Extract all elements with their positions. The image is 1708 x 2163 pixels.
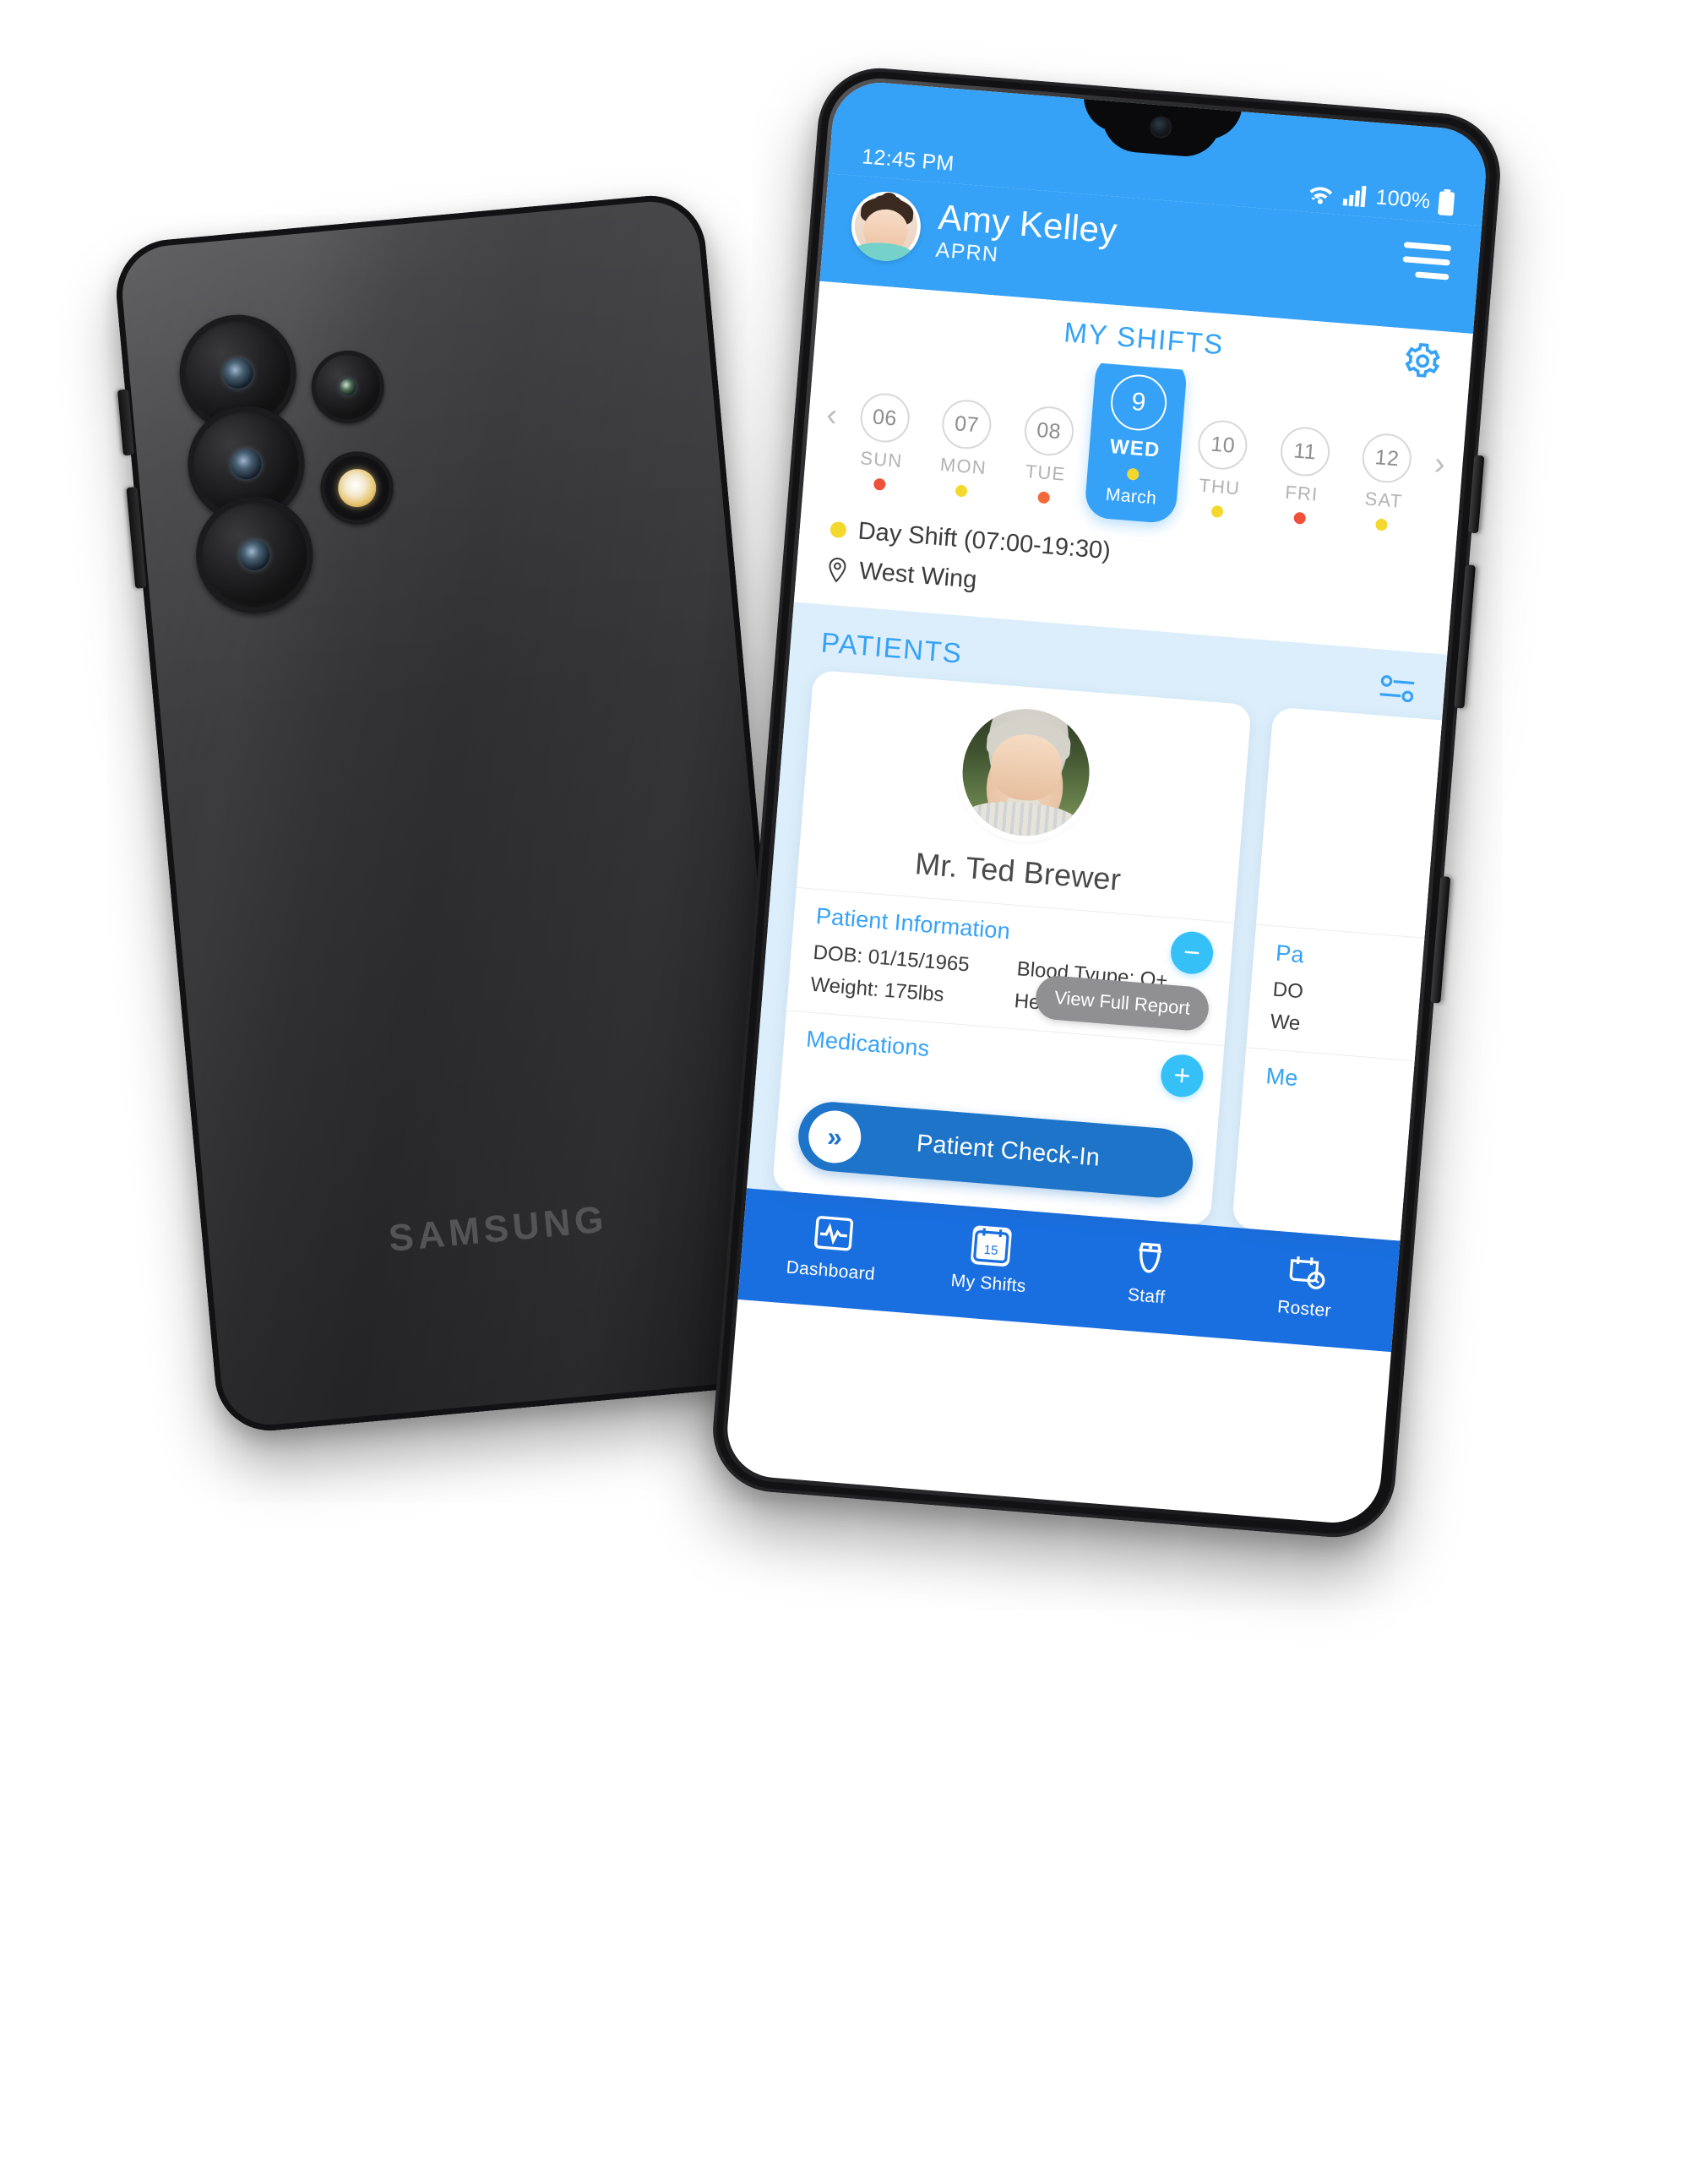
camera-flash-icon <box>317 448 397 528</box>
phone-screen: 12:45 PM 100% Amy Kelley APRN MY SHIFTS … <box>723 79 1490 1527</box>
wifi-icon <box>1309 187 1333 204</box>
patient-cards-row[interactable]: Mr. Ted Brewer Patient Information DOB: … <box>747 667 1490 1249</box>
mockup-stage: SAMSUNG 12:45 PM 100% Amy Kelley APRN MY… <box>0 0 1708 2163</box>
nav-item-my-shifts[interactable]: 15 My Shifts <box>911 1221 1069 1300</box>
camera-lens-depth-icon <box>308 347 388 427</box>
day-status-dot <box>1375 518 1389 531</box>
day-weekday: WED <box>1108 435 1161 462</box>
user-identity: Amy Kelley APRN <box>935 197 1388 299</box>
patient-card-next[interactable]: Pa DO We Me <box>1232 706 1490 1249</box>
filter-sliders-icon[interactable] <box>1378 672 1417 705</box>
svg-text:15: 15 <box>983 1243 998 1258</box>
patient-name-next <box>1257 874 1489 930</box>
patient-checkin-button[interactable]: » Patient Check-In <box>796 1099 1196 1201</box>
day-number: 11 <box>1278 425 1332 478</box>
hamburger-line-3 <box>1415 270 1450 280</box>
patient-checkin-label: Patient Check-In <box>915 1129 1101 1172</box>
vitals-monitor-icon <box>813 1212 855 1255</box>
hamburger-menu-icon[interactable] <box>1400 241 1452 298</box>
nav-label-my-shifts: My Shifts <box>949 1271 1027 1297</box>
patients-title: PATIENTS <box>819 626 964 669</box>
patient-card[interactable]: Mr. Ted Brewer Patient Information DOB: … <box>771 669 1252 1226</box>
day-status-dot <box>1293 511 1307 525</box>
calendar-clock-icon <box>1286 1250 1329 1293</box>
nav-item-staff[interactable]: Staff <box>1069 1234 1227 1313</box>
shift-location-label: West Wing <box>857 557 978 594</box>
day-number: 9 <box>1108 372 1169 433</box>
patient-weight: Weight: 175lbs <box>809 973 945 1007</box>
battery-percent-label: 100% <box>1374 184 1432 213</box>
patient-information-block-next: Pa DO We <box>1246 923 1490 1069</box>
day-status-dot <box>1210 504 1224 518</box>
day-weekday: SAT <box>1363 488 1404 512</box>
day-weekday: MON <box>939 453 987 479</box>
phone-front-view: 12:45 PM 100% Amy Kelley APRN MY SHIFTS … <box>708 63 1505 1542</box>
nav-item-roster[interactable]: Roster <box>1227 1246 1384 1326</box>
day-number: 06 <box>858 391 911 444</box>
day-status-dot <box>1126 467 1140 481</box>
patient-photo <box>957 704 1095 842</box>
day-cell-07[interactable]: 07 MON <box>921 358 1012 500</box>
chevron-right-icon[interactable]: › <box>1428 399 1456 482</box>
day-month-label: March <box>1105 484 1158 509</box>
my-shifts-title: MY SHIFTS <box>1063 316 1226 361</box>
hamburger-line-2 <box>1402 255 1450 266</box>
day-weekday: FRI <box>1284 481 1319 505</box>
nav-item-dashboard[interactable]: Dashboard <box>753 1208 911 1288</box>
day-cell-11[interactable]: 11 FRI <box>1259 385 1350 527</box>
patient-weight-next: We <box>1269 1010 1302 1036</box>
status-icons: 100% <box>1306 178 1456 217</box>
shift-type-dot <box>830 520 847 539</box>
day-cell-12[interactable]: 12 SAT <box>1341 392 1433 534</box>
phone-back-view: SAMSUNG <box>112 191 809 1436</box>
patient-dob: DOB: 01/15/1965 <box>812 940 971 977</box>
nav-label-dashboard: Dashboard <box>785 1257 876 1284</box>
day-weekday: TUE <box>1024 460 1067 485</box>
day-cell-10[interactable]: 10 THU <box>1177 379 1268 520</box>
patient-information-title-next: Pa <box>1275 940 1305 968</box>
shift-time-label: Day Shift (07:00-19:30) <box>857 517 1112 565</box>
day-weekday: THU <box>1198 474 1242 499</box>
shift-calendar-card: ‹ 06 SUN 07 MON 08 TUE 9 WED March 10 TH… <box>793 340 1469 655</box>
nav-label-staff: Staff <box>1127 1284 1167 1308</box>
day-cell-06[interactable]: 06 SUN <box>839 351 930 493</box>
hamburger-line-1 <box>1403 241 1452 252</box>
day-cell-09-selected[interactable]: 9 WED March <box>1084 352 1189 525</box>
cellular-signal-icon <box>1342 185 1367 208</box>
day-status-dot <box>1036 491 1050 504</box>
display-notch <box>1099 99 1222 160</box>
day-weekday: SUN <box>859 447 904 472</box>
phone-frame: 12:45 PM 100% Amy Kelley APRN MY SHIFTS … <box>708 63 1505 1542</box>
calendar-15-icon: 15 <box>970 1224 1013 1267</box>
avatar-scrubs <box>852 240 916 264</box>
user-avatar[interactable] <box>848 188 924 264</box>
day-status-dot <box>873 477 886 491</box>
day-status-dot <box>955 484 968 498</box>
battery-icon <box>1438 188 1455 216</box>
day-number: 12 <box>1360 432 1414 485</box>
nurse-icon <box>1129 1238 1171 1280</box>
gear-icon[interactable] <box>1401 341 1444 383</box>
day-number: 08 <box>1022 404 1075 458</box>
patient-photo-shirt <box>962 798 1082 842</box>
patient-information-grid-next: DO We <box>1270 978 1489 1051</box>
double-chevron-right-icon: » <box>806 1109 863 1165</box>
location-pin-icon <box>829 557 846 583</box>
day-cell-08[interactable]: 08 TUE <box>1003 365 1094 507</box>
nav-label-roster: Roster <box>1276 1297 1332 1321</box>
medications-block-next: Me <box>1240 1047 1490 1136</box>
rear-camera-module <box>169 296 440 618</box>
status-time: 12:45 PM <box>861 144 955 177</box>
day-number: 07 <box>940 398 993 451</box>
patients-section: PATIENTS Mr. Ted Brewer Patient Informat… <box>747 602 1490 1249</box>
front-camera-icon <box>1149 115 1173 139</box>
day-number: 10 <box>1196 418 1250 471</box>
medications-title-next: Me <box>1265 1063 1299 1092</box>
